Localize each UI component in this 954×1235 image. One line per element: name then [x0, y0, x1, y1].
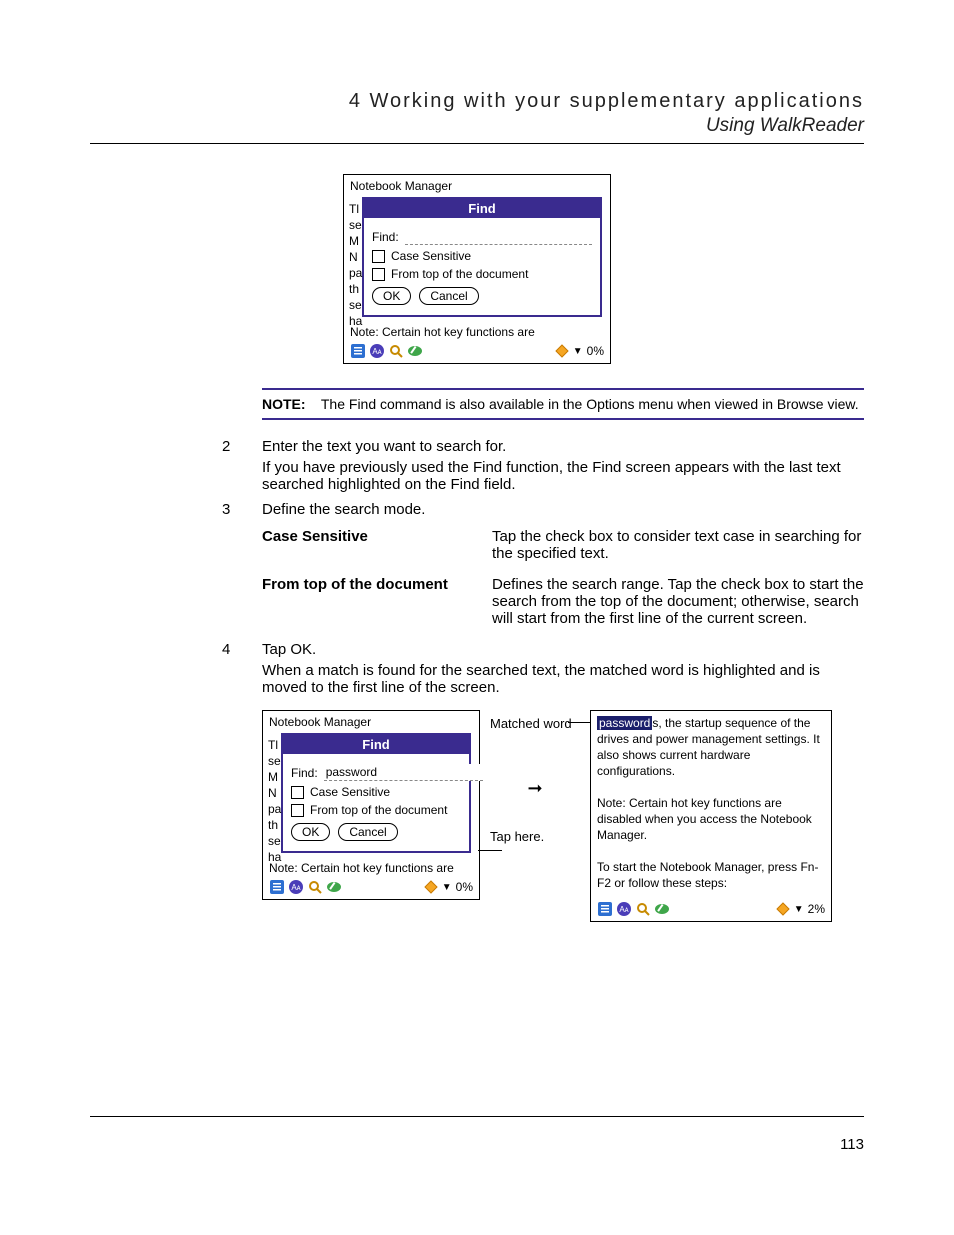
font-icon[interactable]: Aᴀ — [369, 343, 385, 359]
note-line: Note: Certain hot key functions are — [263, 857, 479, 877]
find-dialog-screenshot: Notebook Manager Tl se M N pa th se ha F… — [343, 174, 611, 364]
find-label: Find: — [291, 766, 318, 780]
dropdown-icon[interactable]: ▼ — [442, 882, 452, 893]
callout-line — [478, 850, 502, 851]
cancel-button[interactable]: Cancel — [338, 823, 397, 841]
svg-text:Aᴀ: Aᴀ — [291, 883, 300, 892]
from-top-checkbox[interactable] — [372, 268, 385, 281]
percent-label: 2% — [808, 902, 825, 916]
find-dialog-filled-screenshot: Notebook Manager Tl se M N pa th se ha F… — [262, 710, 480, 900]
step-text: Define the search mode. — [262, 501, 864, 518]
font-icon[interactable]: Aᴀ — [616, 901, 632, 917]
step-4-sub: When a match is found for the searched t… — [262, 662, 864, 696]
nav-icon[interactable] — [424, 880, 438, 894]
matched-word: password — [597, 716, 652, 730]
subtitle: Using WalkReader — [90, 115, 864, 137]
from-top-label: From top of the document — [391, 267, 528, 281]
from-top-checkbox[interactable] — [291, 804, 304, 817]
nav-icon[interactable] — [555, 344, 569, 358]
from-top-label: From top of the document — [310, 803, 447, 817]
tap-here-callout: Tap here. — [490, 829, 580, 844]
header-rule — [90, 143, 864, 144]
edit-icon[interactable] — [326, 879, 342, 895]
background-text: Tl se M N pa th se ha — [268, 737, 281, 865]
note-text: The Find command is also available in th… — [321, 396, 859, 412]
def-term-top: From top of the document — [262, 576, 492, 627]
find-dialog: Find Find: Case Sensitive From top of th… — [281, 733, 471, 853]
list-icon[interactable] — [597, 901, 613, 917]
case-sensitive-checkbox[interactable] — [372, 250, 385, 263]
result-para3: To start the Notebook Manager, press Fn-… — [597, 860, 818, 890]
page-number: 113 — [840, 1136, 864, 1153]
matched-word-callout: Matched word — [490, 716, 580, 732]
step-number: 2 — [222, 438, 262, 455]
chapter-title: 4 Working with your supplementary applic… — [90, 90, 864, 113]
background-text: Tl se M N pa th se ha — [349, 201, 362, 329]
svg-text:Aᴀ: Aᴀ — [372, 347, 381, 356]
step-number: 4 — [222, 641, 262, 658]
case-sensitive-label: Case Sensitive — [391, 249, 471, 263]
list-icon[interactable] — [350, 343, 366, 359]
find-dialog-title: Find — [364, 199, 600, 218]
def-term-case: Case Sensitive — [262, 528, 492, 562]
step-3: 3 Define the search mode. — [222, 501, 864, 518]
arrow-icon: ➞ — [527, 778, 542, 799]
note-prefix: NOTE: — [262, 396, 306, 412]
step-2: 2 Enter the text you want to search for. — [222, 438, 864, 455]
dropdown-icon[interactable]: ▼ — [573, 346, 583, 357]
list-icon[interactable] — [269, 879, 285, 895]
result-figures: Notebook Manager Tl se M N pa th se ha F… — [262, 710, 864, 922]
dropdown-icon[interactable]: ▼ — [794, 904, 804, 915]
def-desc-case: Tap the check box to consider text case … — [492, 528, 864, 562]
percent-label: 0% — [587, 344, 604, 358]
search-icon[interactable] — [635, 901, 651, 917]
step-text: Enter the text you want to search for. — [262, 438, 864, 455]
step-number: 3 — [222, 501, 262, 518]
def-desc-top: Defines the search range. Tap the check … — [492, 576, 864, 627]
bottom-toolbar: Aᴀ ▼ 0% — [344, 341, 610, 363]
edit-icon[interactable] — [654, 901, 670, 917]
note-line: Note: Certain hot key functions are — [344, 321, 610, 341]
search-icon[interactable] — [307, 879, 323, 895]
nav-icon[interactable] — [776, 902, 790, 916]
footer-rule — [90, 1116, 864, 1117]
bottom-toolbar: Aᴀ ▼ 2% — [591, 899, 831, 921]
result-para2: Note: Certain hot key functions are disa… — [597, 796, 812, 842]
cancel-button[interactable]: Cancel — [419, 287, 478, 305]
callout-line — [568, 722, 592, 723]
note-callout: NOTE: The Find command is also available… — [262, 388, 864, 420]
case-sensitive-label: Case Sensitive — [310, 785, 390, 799]
definitions: Case Sensitive Tap the check box to cons… — [262, 528, 864, 627]
ok-button[interactable]: OK — [291, 823, 330, 841]
percent-label: 0% — [456, 880, 473, 894]
bottom-toolbar: Aᴀ ▼ 0% — [263, 877, 479, 899]
find-dialog-title: Find — [283, 735, 469, 754]
search-icon[interactable] — [388, 343, 404, 359]
step-4: 4 Tap OK. — [222, 641, 864, 658]
ok-button[interactable]: OK — [372, 287, 411, 305]
find-input[interactable] — [324, 764, 483, 781]
svg-text:Aᴀ: Aᴀ — [619, 905, 628, 914]
find-dialog: Find Find: Case Sensitive From top of th… — [362, 197, 602, 317]
callout-column: Matched word ➞ Tap here. — [490, 710, 580, 844]
page-header: 4 Working with your supplementary applic… — [90, 90, 864, 137]
result-text: passwords, the startup sequence of the d… — [591, 711, 831, 899]
step-text: Tap OK. — [262, 641, 864, 658]
step-2-sub: If you have previously used the Find fun… — [262, 459, 864, 493]
app-title: Notebook Manager — [263, 711, 479, 731]
case-sensitive-checkbox[interactable] — [291, 786, 304, 799]
font-icon[interactable]: Aᴀ — [288, 879, 304, 895]
find-input[interactable] — [405, 228, 592, 245]
find-label: Find: — [372, 230, 399, 244]
result-screenshot: passwords, the startup sequence of the d… — [590, 710, 832, 922]
edit-icon[interactable] — [407, 343, 423, 359]
app-title: Notebook Manager — [344, 175, 610, 195]
